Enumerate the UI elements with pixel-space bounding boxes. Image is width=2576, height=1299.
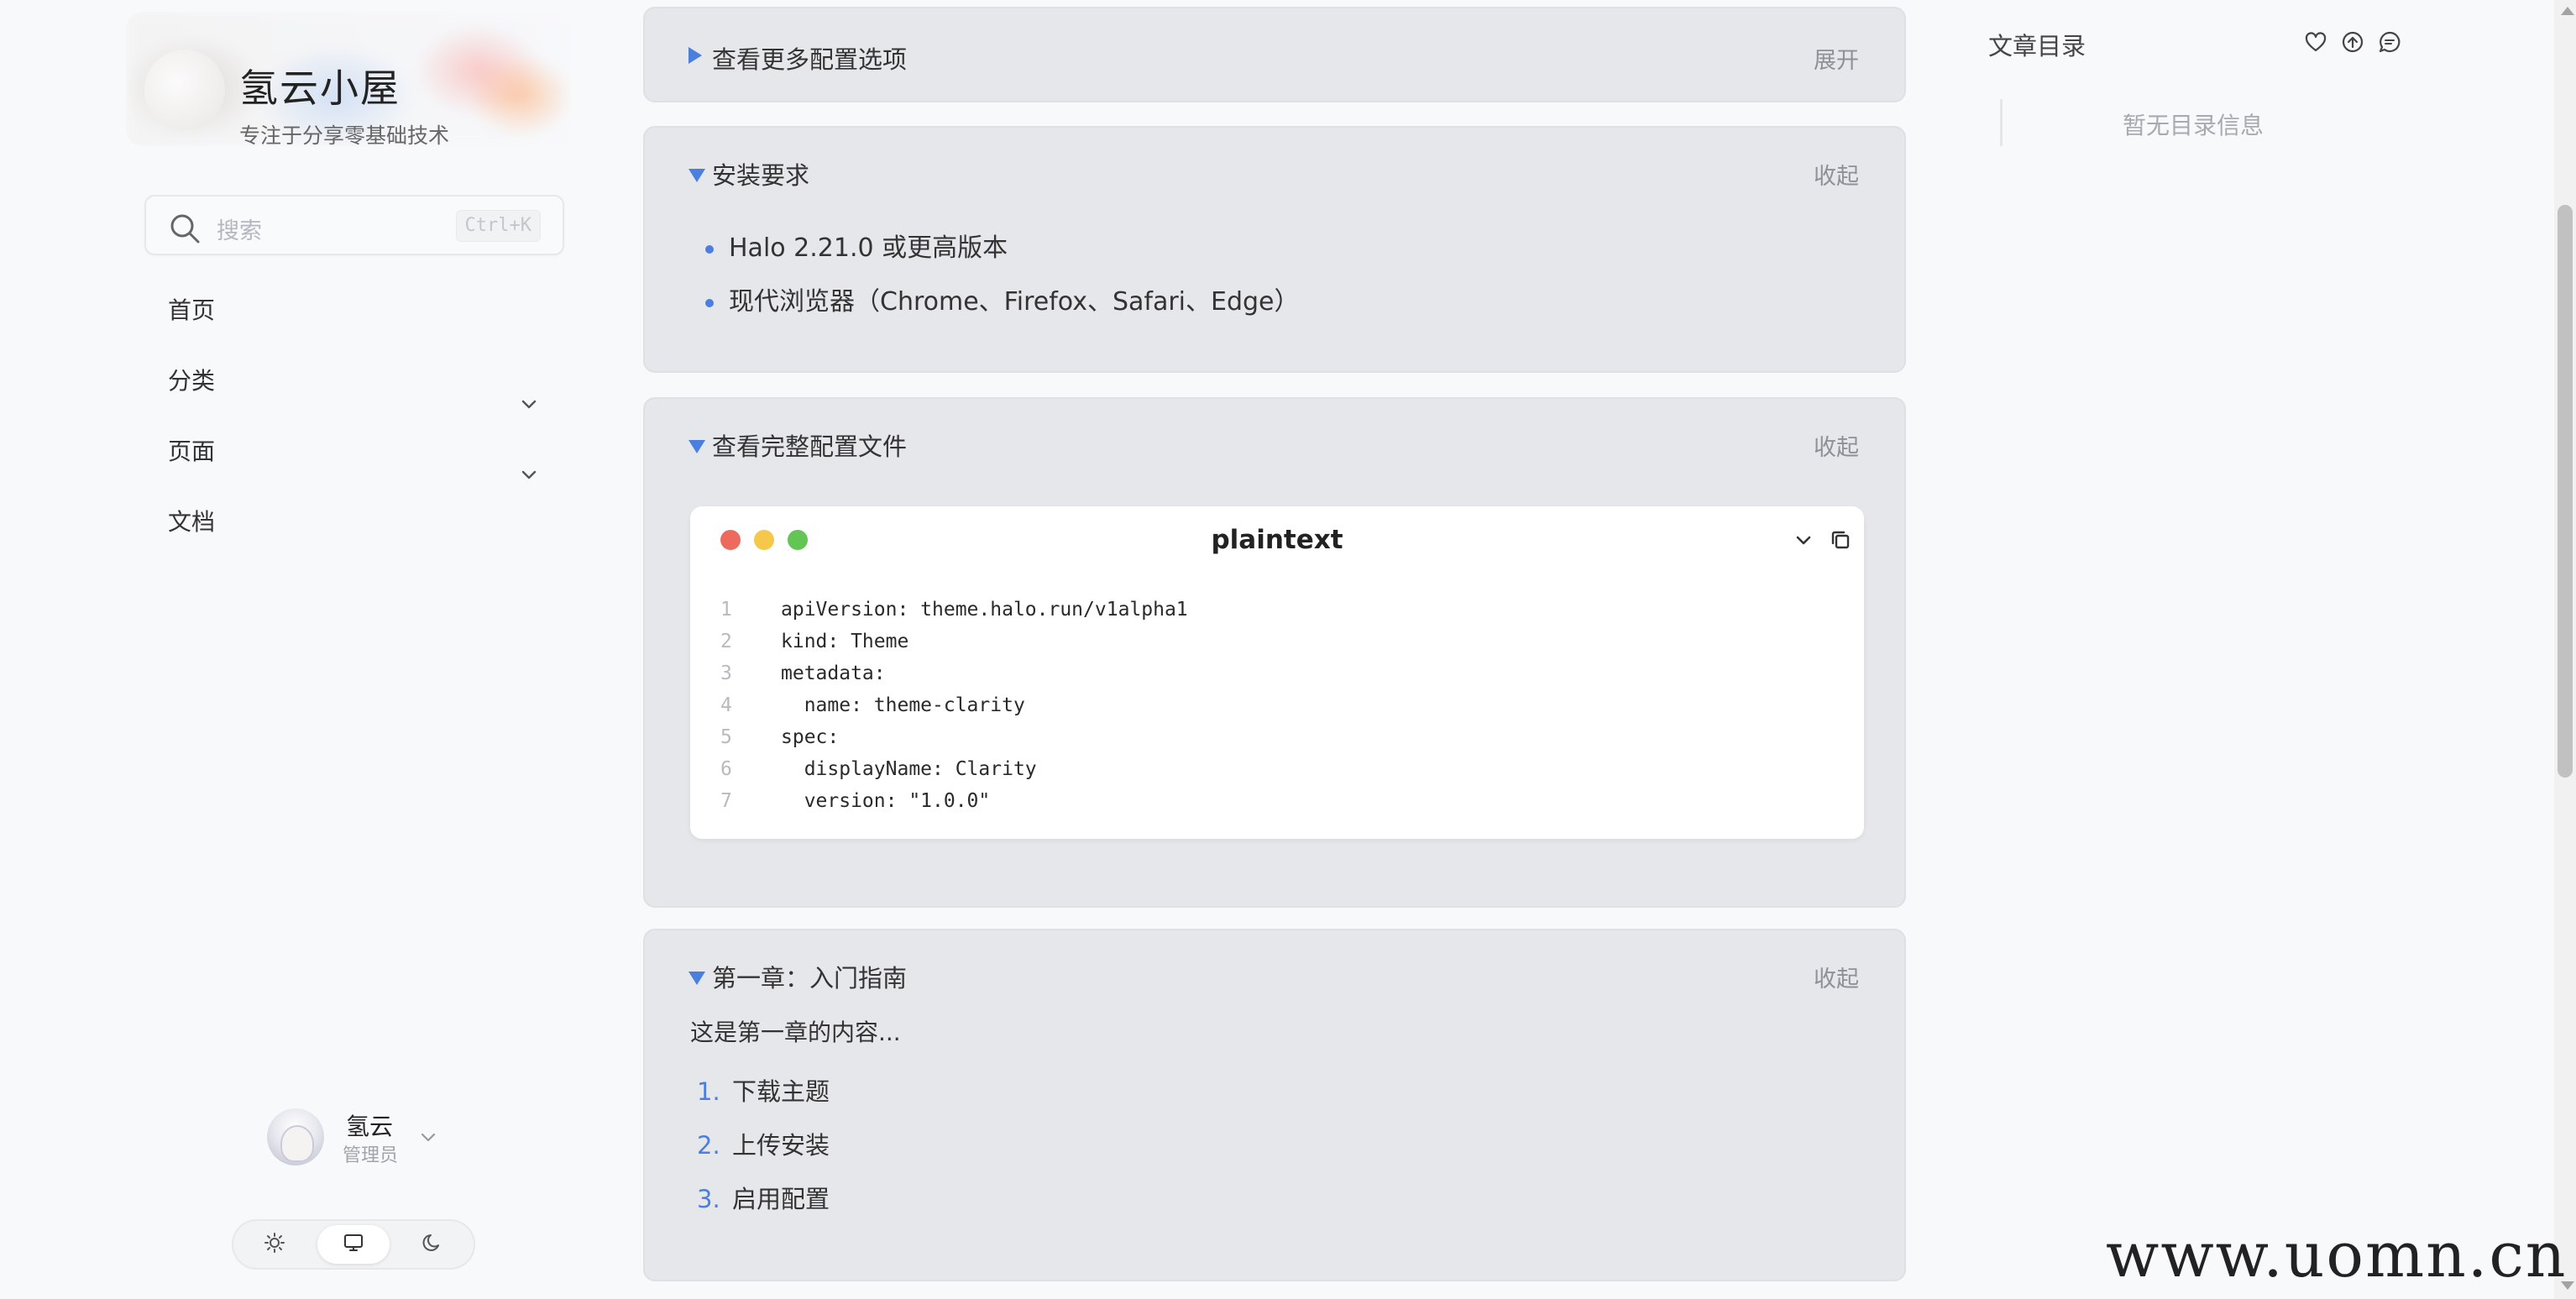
collapsible-header[interactable]: 第一章：入门指南 收起: [689, 930, 1859, 1023]
copy-icon[interactable]: [1829, 528, 1852, 555]
collapse-toggle[interactable]: 收起: [1814, 961, 1859, 993]
collapsible-title: 查看更多配置选项: [712, 45, 908, 74]
code-line: 7 version: "1.0.0": [720, 790, 991, 812]
sidebar: 氢云小屋 专注于分享零基础技术 搜索 Ctrl+K 首页 分类 页面 文档 氢云…: [0, 0, 588, 1299]
collapsible-title: 第一章：入门指南: [712, 964, 908, 993]
code-line: 5 spec:: [720, 726, 840, 748]
scrollbar-thumb[interactable]: [2558, 205, 2573, 778]
caret-right-icon: [689, 47, 702, 64]
chevron-down-icon[interactable]: [1792, 528, 1815, 555]
caret-down-icon: [689, 169, 705, 182]
nav-item-docs[interactable]: 文档: [144, 487, 564, 558]
caret-down-icon: [689, 440, 705, 453]
sidebar-nav: 首页 分类 页面 文档: [144, 275, 564, 558]
nav-item-label: 页面: [168, 437, 216, 465]
chevron-down-icon[interactable]: [418, 1127, 438, 1150]
collapsible-title: 安装要求: [712, 161, 810, 190]
moon-icon: [421, 1232, 443, 1257]
site-title[interactable]: 氢云小屋: [239, 58, 401, 113]
nav-item-label: 分类: [168, 367, 216, 395]
comment-icon[interactable]: [2378, 30, 2401, 57]
code-line: 2 kind: Theme: [720, 631, 909, 652]
toc-empty-message: 暂无目录信息: [2123, 112, 2264, 139]
scroll-up-arrow[interactable]: [2561, 7, 2574, 15]
light-mode-button[interactable]: [238, 1225, 311, 1264]
search-shortcut-hint: Ctrl+K: [455, 210, 541, 242]
code-line: 4 name: theme-clarity: [720, 694, 1025, 716]
collapsible-full-config: 查看完整配置文件 收起 plaintext 1 apiVersion: theme…: [643, 397, 1906, 908]
collapsible-title: 查看完整配置文件: [712, 432, 908, 461]
caret-down-icon: [689, 972, 705, 985]
theme-switcher: [232, 1219, 475, 1270]
system-mode-button[interactable]: [317, 1225, 390, 1264]
sun-icon: [264, 1232, 285, 1257]
collapse-toggle[interactable]: 收起: [1814, 158, 1859, 191]
code-line: 3 metadata:: [720, 663, 886, 684]
collapsible-header[interactable]: 查看完整配置文件 收起: [689, 399, 1859, 491]
collapsible-install: 安装要求 收起 Halo 2.21.0 或更高版本 现代浏览器（Chrome、F…: [643, 126, 1906, 373]
requirements-list: Halo 2.21.0 或更高版本 现代浏览器（Chrome、Firefox、S…: [705, 222, 1300, 329]
code-language-label: plaintext: [1211, 525, 1343, 555]
collapsible-more-config: 查看更多配置选项 展开: [643, 7, 1906, 102]
nav-item-categories[interactable]: 分类: [144, 346, 564, 416]
ordered-list: 1. 下载主题 2. 上传安装 3. 启用配置: [697, 1065, 830, 1226]
dark-mode-button[interactable]: [396, 1225, 469, 1264]
search-icon: [168, 212, 202, 249]
list-item: 1. 下载主题: [697, 1077, 830, 1106]
list-item: 现代浏览器（Chrome、Firefox、Safari、Edge）: [705, 275, 1300, 329]
collapsible-header[interactable]: 安装要求 收起: [689, 128, 1859, 220]
site-logo: [144, 50, 225, 130]
heart-icon[interactable]: [2304, 30, 2327, 57]
nav-item-home[interactable]: 首页: [144, 275, 564, 346]
arrow-up-icon[interactable]: [2341, 30, 2364, 57]
toc-title: 文章目录: [1988, 32, 2086, 60]
site-brand[interactable]: 氢云小屋 专注于分享零基础技术: [126, 12, 571, 146]
collapse-toggle[interactable]: 收起: [1814, 429, 1859, 462]
site-subtitle: 专注于分享零基础技术: [239, 123, 450, 146]
list-item: 2. 上传安装: [697, 1131, 830, 1160]
monitor-icon: [343, 1232, 364, 1257]
user-name: 氢云: [346, 1113, 394, 1140]
list-item: 3. 启用配置: [697, 1185, 830, 1213]
avatar[interactable]: [267, 1108, 324, 1165]
collapsible-chapter-1: 第一章：入门指南 收起 这是第一章的内容... 1. 下载主题 2. 上传安装 3.…: [643, 929, 1906, 1281]
code-line: 6 displayName: Clarity: [720, 758, 1037, 780]
watermark: www.uomn.cn: [2106, 1219, 2568, 1291]
code-block: plaintext 1 apiVersion: theme.halo.run/v1…: [690, 506, 1864, 839]
list-item: Halo 2.21.0 或更高版本: [705, 222, 1300, 275]
toc-rail: [2000, 99, 2003, 146]
code-lines: 1 apiVersion: theme.halo.run/v1alpha1 2 ki…: [720, 594, 1188, 817]
chapter-intro: 这是第一章的内容...: [690, 1019, 901, 1046]
search-placeholder: 搜索: [217, 218, 262, 244]
user-menu[interactable]: 氢云 管理员: [267, 1105, 452, 1169]
nav-item-pages[interactable]: 页面: [144, 416, 564, 487]
collapsible-header[interactable]: 查看更多配置选项 展开: [689, 8, 1859, 104]
expand-toggle[interactable]: 展开: [1814, 42, 1859, 75]
search-box[interactable]: 搜索 Ctrl+K: [144, 195, 564, 255]
code-line: 1 apiVersion: theme.halo.run/v1alpha1: [720, 599, 1188, 621]
user-role: 管理员: [343, 1145, 399, 1166]
nav-item-label: 文档: [168, 508, 216, 536]
nav-item-label: 首页: [168, 296, 216, 324]
